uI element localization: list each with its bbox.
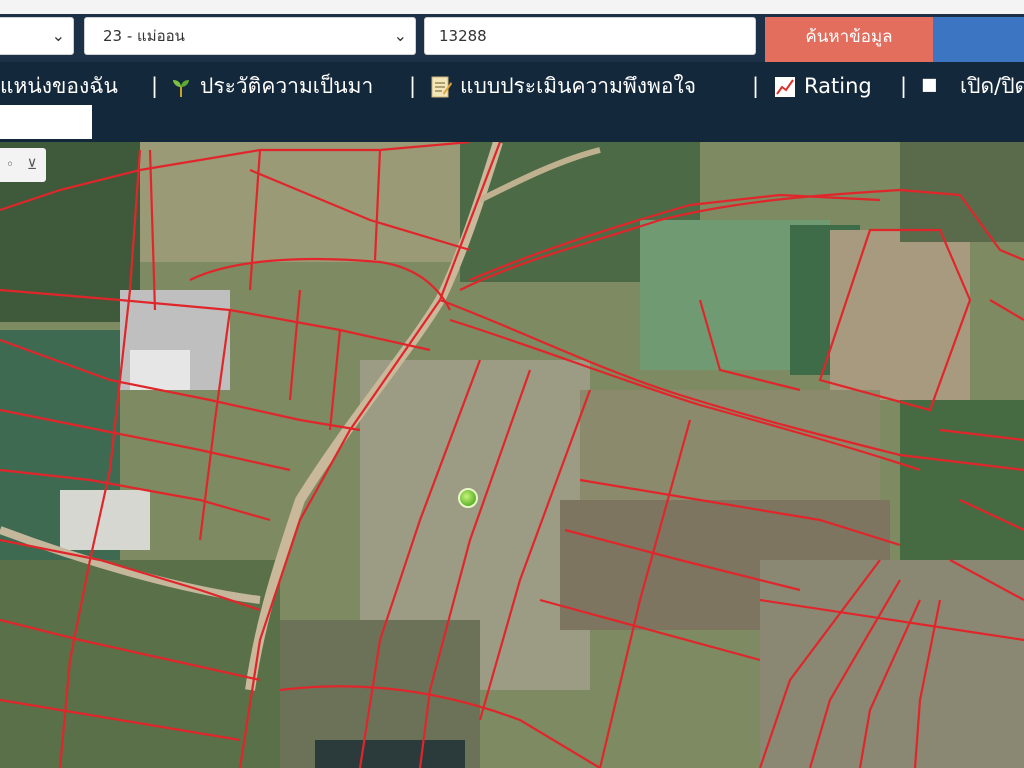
location-marker-icon[interactable] — [458, 488, 478, 508]
search-bar: ⌄ 23 - แม่ออน ⌄ 13288 ค้นหาข้อมูล — [0, 0, 1024, 62]
nav-toggle[interactable]: เปิด/ปิด — [922, 72, 1024, 100]
district-select-value: 23 - แม่ออน — [103, 27, 185, 45]
top-strip — [0, 0, 1024, 14]
nav-history-label: ประวัติความเป็นมา — [200, 74, 374, 98]
district-select[interactable]: 23 - แม่ออน ⌄ — [84, 17, 416, 55]
nav-separator: | — [151, 74, 159, 98]
memo-icon — [431, 76, 452, 98]
nav-text-field[interactable] — [0, 105, 92, 139]
parcel-number-value: 13288 — [439, 27, 487, 45]
parcel-number-input[interactable]: 13288 — [424, 17, 756, 55]
nav-separator: | — [900, 74, 908, 98]
navbar: แหน่งของฉัน | ประวัติความเป็นมา | แบบประ… — [0, 62, 1024, 142]
nav-separator: | — [409, 74, 417, 98]
checkbox-icon[interactable] — [922, 78, 940, 96]
satellite-map — [0, 142, 1024, 768]
chevron-down-icon: ⌄ — [393, 26, 407, 45]
chevron-down-icon: ⌄ — [51, 26, 65, 45]
nav-survey-label: แบบประเมินความพึงพอใจ — [460, 74, 697, 98]
nav-rating-label: Rating — [804, 74, 872, 98]
sprout-icon — [173, 80, 189, 97]
secondary-button[interactable] — [933, 17, 1024, 62]
nav-survey[interactable]: แบบประเมินความพึงพอใจ — [430, 72, 696, 100]
nav-separator: | — [752, 74, 760, 98]
map-controls: ◦ ⊻ — [0, 148, 46, 182]
nav-toggle-label: เปิด/ปิด — [960, 74, 1024, 98]
nav-my-location[interactable]: แหน่งของฉัน — [0, 72, 118, 100]
map-control-button[interactable]: ◦ — [0, 154, 20, 176]
chart-icon — [775, 77, 795, 97]
map-draw-icon[interactable]: ⊻ — [22, 154, 42, 176]
search-button[interactable]: ค้นหาข้อมูล — [765, 17, 933, 62]
nav-rating[interactable]: Rating — [774, 72, 872, 100]
nav-my-location-label: แหน่งของฉัน — [0, 74, 118, 98]
province-select[interactable]: ⌄ — [0, 17, 74, 55]
nav-history[interactable]: ประวัติความเป็นมา — [170, 72, 373, 100]
map-canvas[interactable] — [0, 142, 1024, 768]
